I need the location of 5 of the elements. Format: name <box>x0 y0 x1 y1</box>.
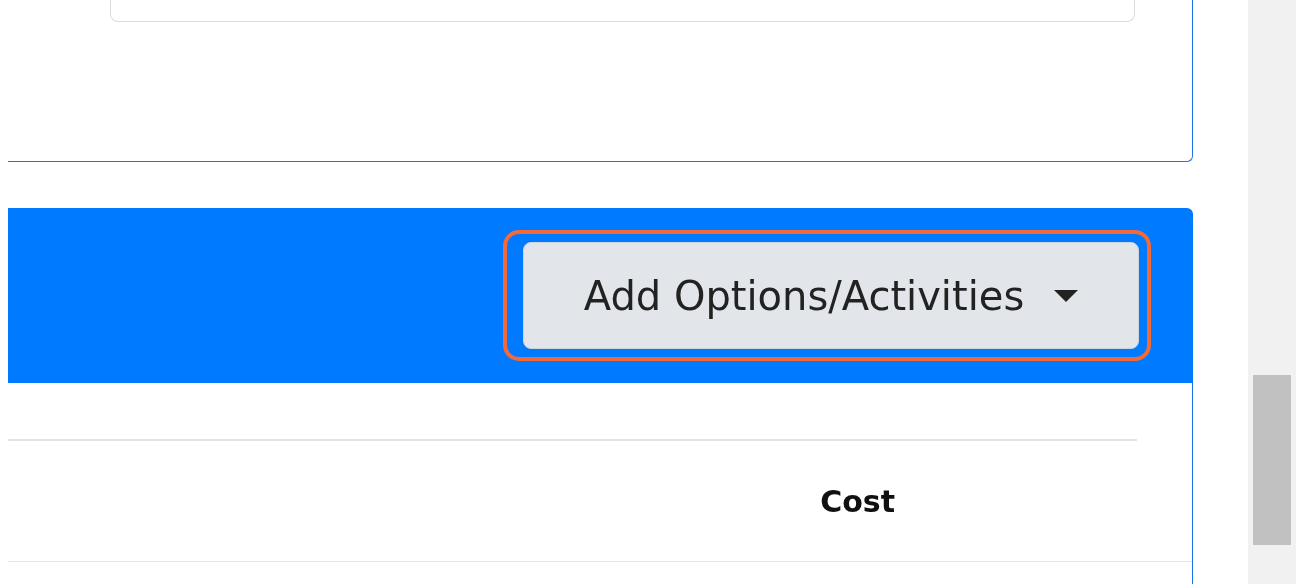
add-options-dropdown[interactable]: Add Options/Activities <box>523 242 1139 349</box>
column-header: Cost <box>820 483 895 519</box>
scrollbar-thumb[interactable] <box>1253 375 1291 545</box>
scrollbar[interactable] <box>1248 0 1296 584</box>
caret-icon <box>1054 289 1079 302</box>
